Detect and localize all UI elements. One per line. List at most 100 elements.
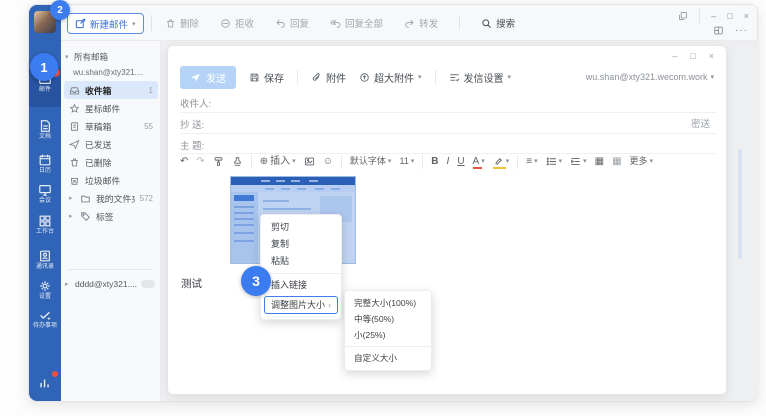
bullet-list-icon xyxy=(546,156,557,167)
toolbar-divider xyxy=(297,70,298,84)
reply-all-label: 回复全部 xyxy=(345,16,383,30)
search-button[interactable]: 搜索 xyxy=(481,16,515,30)
redo-button[interactable]: ↷ xyxy=(196,157,204,167)
reply-all-button[interactable]: 回复全部 xyxy=(330,16,383,30)
maximize-button[interactable]: □ xyxy=(727,11,732,21)
menu-item-resize-image[interactable]: 调整图片大小 › xyxy=(264,296,338,314)
layout-icon[interactable] xyxy=(713,25,724,36)
rail-item-calendar[interactable]: 日历 xyxy=(29,150,61,182)
from-account-selector[interactable]: wu.shan@xty321.wecom.work ▾ xyxy=(586,72,714,82)
rail-item-docs[interactable]: 文档 xyxy=(29,116,61,148)
format-painter-button[interactable] xyxy=(213,156,224,167)
save-button[interactable]: 保存 xyxy=(249,70,284,85)
folder-my-folders[interactable]: ▸ 我的文件夹 572 xyxy=(64,189,158,207)
folder-starred[interactable]: 星标邮件 xyxy=(64,99,158,117)
rail-item-activity[interactable] xyxy=(29,373,61,405)
folder-sent[interactable]: 已发送 xyxy=(64,135,158,153)
forward-button[interactable]: 转发 xyxy=(404,16,438,30)
indent-menu[interactable]: ▾ xyxy=(570,156,587,167)
compose-close-button[interactable]: × xyxy=(709,51,714,61)
font-size-label: 11 xyxy=(399,157,408,166)
meeting-icon xyxy=(38,183,52,197)
rail-item-settings[interactable]: 设置 xyxy=(29,276,61,308)
folder-label: 已删除 xyxy=(85,156,148,169)
reject-button[interactable]: 拒收 xyxy=(220,16,254,30)
chevron-down-icon: ▾ xyxy=(583,158,587,165)
chevron-down-icon: ▾ xyxy=(534,158,538,165)
delete-button[interactable]: 删除 xyxy=(165,16,199,30)
rail-item-contacts[interactable]: 通讯录 xyxy=(29,246,61,278)
insert-label: 插入 xyxy=(270,157,290,167)
send-settings-button[interactable]: 发信设置 ▾ xyxy=(449,70,512,85)
sidebar-divider xyxy=(67,269,153,270)
highlight-color-button[interactable]: ▾ xyxy=(493,156,510,167)
italic-button[interactable]: I xyxy=(447,157,450,167)
toolbar-divider xyxy=(151,15,152,31)
second-account[interactable]: ▸ dddd@xty321.... xyxy=(65,279,159,289)
bold-button[interactable]: B xyxy=(431,157,438,167)
folder-drafts[interactable]: 草稿箱 55 xyxy=(64,117,158,135)
insert-menu[interactable]: ⊕ 插入 ▾ xyxy=(260,157,296,167)
folder-tags[interactable]: ▸ 标签 xyxy=(64,207,158,225)
rail-item-workbench[interactable]: 工作台 xyxy=(29,211,61,243)
chevron-down-icon: ▾ xyxy=(411,158,415,165)
grid-button[interactable]: ▦ xyxy=(612,157,621,167)
font-family-select[interactable]: 默认字体 ▾ xyxy=(350,157,392,166)
submenu-item-full-size[interactable]: 完整大小(100%) xyxy=(345,295,431,311)
gear-icon xyxy=(38,279,52,293)
submenu-item-custom-size[interactable]: 自定义大小 xyxy=(345,350,431,366)
format-toolbar: ↶ ↷ ⊕ 插入 ▾ ☺ 默认字体 ▾ xyxy=(180,153,653,170)
font-size-select[interactable]: 11 ▾ xyxy=(399,157,414,166)
compose-maximize-button[interactable]: □ xyxy=(690,51,695,61)
bar-chart-icon xyxy=(38,376,52,390)
menu-item-insert-link[interactable]: 插入链接 xyxy=(261,277,341,294)
align-menu[interactable]: ≡ ▾ xyxy=(526,157,537,167)
clear-format-button[interactable] xyxy=(232,156,243,167)
to-field[interactable] xyxy=(228,92,708,112)
compose-icon xyxy=(75,18,86,29)
undo-button[interactable]: ↶ xyxy=(180,157,188,167)
table-button[interactable]: ▦ xyxy=(595,157,604,167)
contacts-icon xyxy=(38,249,52,263)
compose-minimize-button[interactable]: – xyxy=(672,51,677,61)
folder-trash[interactable]: 已删除 xyxy=(64,153,158,171)
reply-button[interactable]: 回复 xyxy=(275,16,309,30)
cc-field[interactable] xyxy=(228,113,658,133)
bullet-list-menu[interactable]: ▾ xyxy=(546,156,563,167)
popout-icon[interactable] xyxy=(678,11,688,21)
mailbox-section-header[interactable]: ▾ 所有邮箱 xyxy=(65,51,108,63)
upload-circle-icon xyxy=(359,72,370,83)
bcc-toggle[interactable]: 密送 xyxy=(691,116,710,130)
format-divider xyxy=(341,155,342,169)
new-mail-button[interactable]: 新建邮件 ▾ xyxy=(67,13,144,34)
large-attachment-label: 超大附件 xyxy=(374,70,414,85)
rail-item-meeting[interactable]: 会议 xyxy=(29,180,61,212)
body-text: 测试 xyxy=(181,276,202,291)
toolbar-divider xyxy=(459,16,460,30)
scrollbar[interactable] xyxy=(738,149,742,259)
more-format-menu[interactable]: 更多 ▾ xyxy=(630,157,654,166)
folder-icon xyxy=(80,193,91,204)
more-icon[interactable]: ··· xyxy=(735,25,748,36)
folder-spam[interactable]: 垃圾邮件 xyxy=(64,171,158,189)
rail-item-todo[interactable]: 待办事项 xyxy=(29,305,61,337)
large-attachment-button[interactable]: 超大附件 ▾ xyxy=(359,70,422,85)
submenu-item-medium-size[interactable]: 中等(50%) xyxy=(345,311,431,327)
attachment-button[interactable]: 附件 xyxy=(311,70,346,85)
subject-field[interactable] xyxy=(228,134,708,154)
folder-sidebar: ▾ 所有邮箱 wu.shan@xty321.... 收件箱 1 星标邮件 草稿箱… xyxy=(61,41,161,401)
minimize-button[interactable]: – xyxy=(711,11,716,21)
emoji-button[interactable]: ☺ xyxy=(323,157,333,167)
account-name[interactable]: wu.shan@xty321.... xyxy=(73,68,143,77)
submenu-item-small-size[interactable]: 小(25%) xyxy=(345,327,431,343)
insert-image-button[interactable] xyxy=(304,156,315,167)
controls-divider xyxy=(699,9,700,23)
send-button[interactable]: 发送 xyxy=(180,66,236,89)
font-color-button[interactable]: A ▾ xyxy=(473,157,485,167)
close-button[interactable]: × xyxy=(744,11,749,21)
menu-item-cut[interactable]: 剪切 xyxy=(261,219,341,236)
menu-item-copy[interactable]: 复制 xyxy=(261,236,341,253)
underline-button[interactable]: U xyxy=(457,157,464,167)
folder-inbox[interactable]: 收件箱 1 xyxy=(64,81,158,99)
menu-item-paste[interactable]: 粘贴 xyxy=(261,253,341,270)
